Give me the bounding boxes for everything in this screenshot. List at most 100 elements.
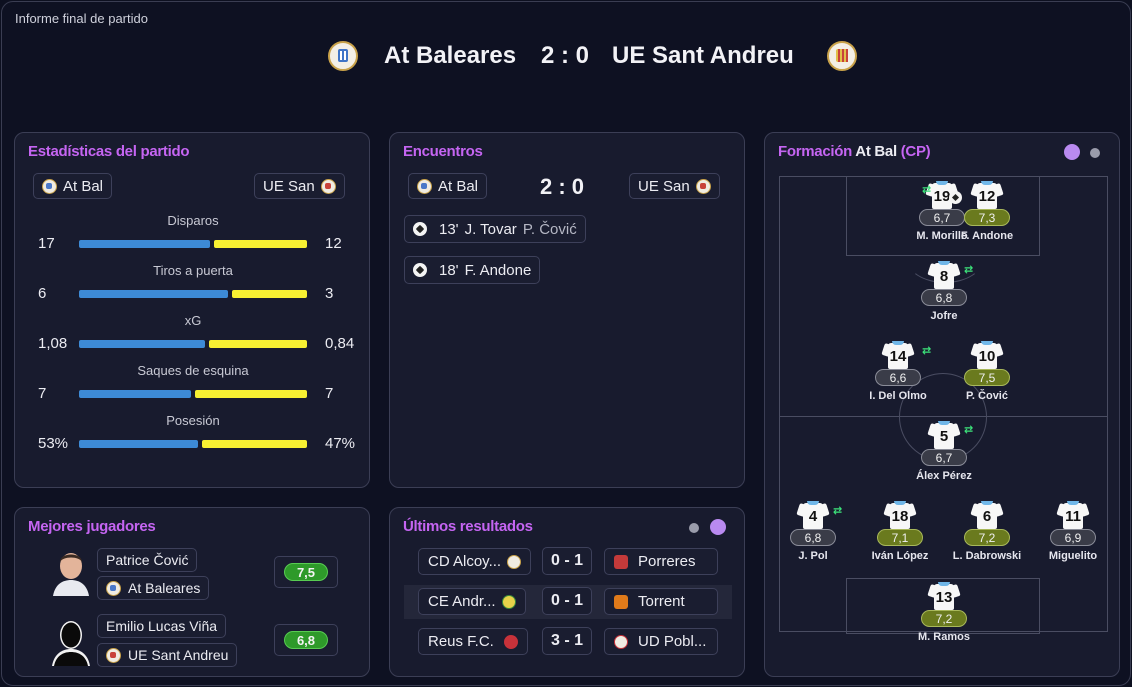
substitution-arrows-icon: ⇄ xyxy=(964,424,973,436)
team-crest-icon xyxy=(106,580,121,596)
stat-home-value: 17 xyxy=(38,235,55,252)
match-score: 2 : 0 xyxy=(541,42,590,69)
stat-away-value: 3 xyxy=(325,285,334,302)
result-home-chip: CD Alcoy... xyxy=(418,548,532,575)
stat-away-bar xyxy=(214,240,307,248)
stats-home-short: At Bal xyxy=(63,177,104,195)
jersey-icon: 12 xyxy=(970,181,1004,209)
stats-home-chip: At Bal xyxy=(33,173,113,199)
goal-minute: 13' xyxy=(439,220,459,238)
best-player-team-chip[interactable]: UE Sant Andreu xyxy=(97,643,238,667)
lineup-player[interactable]: 18 7,1 Iván López xyxy=(855,501,945,562)
result-home-chip: Reus F.C. xyxy=(418,628,528,655)
jersey-number: 6 xyxy=(982,508,992,525)
player-rating: 7,2 xyxy=(921,610,967,627)
team-crest-icon xyxy=(614,554,628,569)
stat-home-bar xyxy=(79,440,198,448)
result-away-team: Porreres xyxy=(638,553,696,570)
home-crest-icon xyxy=(42,178,57,194)
player-rating: 6,8 xyxy=(921,289,967,306)
formation-title-prefix: Formación xyxy=(778,143,852,160)
player-name: J. Pol xyxy=(798,550,828,562)
home-team-crest-icon xyxy=(328,41,358,71)
player-rating: 7,2 xyxy=(964,529,1010,546)
jersey-icon: 6 xyxy=(970,501,1004,529)
best-player-rating: 6,8 xyxy=(274,624,338,656)
jersey-icon: 11 xyxy=(1056,501,1090,529)
goal-event[interactable]: 13' J. Tovar P. Čović xyxy=(404,215,586,243)
player-rating: 6,8 xyxy=(790,529,836,546)
rating-value: 7,5 xyxy=(284,563,328,581)
team-crest-icon xyxy=(503,634,518,649)
page-dot[interactable] xyxy=(1090,148,1100,158)
stat-home-value: 1,08 xyxy=(38,335,68,352)
stat-label: Posesión xyxy=(166,413,220,428)
lineup-player[interactable]: 13 7,2 M. Ramos xyxy=(899,582,989,643)
player-rating: 6,7 xyxy=(921,449,967,466)
page-dot-active[interactable] xyxy=(710,519,726,535)
result-row[interactable]: CD Alcoy... 0 - 1 Porreres xyxy=(404,545,732,579)
substitution-arrows-icon: ⇄ xyxy=(922,345,931,357)
player-name: F. Andone xyxy=(960,230,1014,242)
jersey-icon: 4 xyxy=(796,501,830,529)
stat-home-bar xyxy=(79,340,205,348)
jersey-icon: 18 xyxy=(883,501,917,529)
encounters-home-chip: At Bal xyxy=(408,173,488,199)
stat-home-value: 53% xyxy=(38,435,69,452)
lineup-player[interactable]: 8 6,8 Jofre xyxy=(899,261,989,322)
goal-ball-icon xyxy=(413,263,427,277)
away-team-name: UE Sant Andreu xyxy=(612,42,794,69)
page-dot[interactable] xyxy=(689,523,699,533)
stat-away-value: 12 xyxy=(325,235,342,252)
best-players-panel: Mejores jugadores Patrice Čović At Balea… xyxy=(14,507,370,677)
best-player-team: At Baleares xyxy=(128,580,201,596)
jersey-number: 4 xyxy=(808,508,818,525)
goal-event[interactable]: 18' F. Andone xyxy=(404,256,541,284)
stat-label: xG xyxy=(184,313,202,328)
jersey-icon: 13 xyxy=(927,582,961,610)
result-row[interactable]: CE Andr... 0 - 1 Torrent xyxy=(404,585,732,619)
player-photo-avatar xyxy=(49,546,93,596)
result-row[interactable]: Reus F.C. 3 - 1 UD Pobl... xyxy=(404,625,732,659)
team-crest-icon xyxy=(106,647,121,663)
stat-away-value: 0,84 xyxy=(325,335,355,352)
stat-away-bar xyxy=(232,290,307,298)
lineup-player[interactable]: 5 6,7 Álex Pérez xyxy=(899,421,989,482)
stats-away-chip: UE San xyxy=(254,173,345,199)
football-pitch xyxy=(779,176,1108,634)
lineup-player[interactable]: 4 6,8 J. Pol xyxy=(768,501,858,562)
encounters-away-chip: UE San xyxy=(629,173,720,199)
result-away-chip: Torrent xyxy=(604,588,718,615)
stat-away-bar xyxy=(202,440,307,448)
substitution-arrows-icon: ⇄ xyxy=(833,505,842,517)
player-name: P. Čović xyxy=(966,390,1008,402)
best-player-name-chip[interactable]: Emilio Lucas Viña xyxy=(97,614,227,638)
stat-home-bar xyxy=(79,240,210,248)
encounters-title: Encuentros xyxy=(403,143,483,160)
away-team-crest-icon xyxy=(827,41,857,71)
encounters-score: 2 : 0 xyxy=(540,174,585,199)
result-score: 0 - 1 xyxy=(542,547,592,575)
lineup-player[interactable]: 6 7,2 L. Dabrowski xyxy=(942,501,1032,562)
best-player-name-chip[interactable]: Patrice Čović xyxy=(97,548,198,572)
lineup-player[interactable]: 11 6,9 Miguelito xyxy=(1028,501,1118,562)
recent-results-title: Últimos resultados xyxy=(403,518,533,535)
page-dot-active[interactable] xyxy=(1064,144,1080,160)
team-crest-icon xyxy=(614,634,628,649)
jersey-number: 11 xyxy=(1065,508,1081,525)
match-stats-panel: Estadísticas del partido At Bal UE San D… xyxy=(14,132,370,488)
player-name: L. Dabrowski xyxy=(952,550,1022,562)
result-home-team: CD Alcoy... xyxy=(428,553,502,570)
jersey-number: 10 xyxy=(978,348,996,365)
result-home-chip: CE Andr... xyxy=(418,588,526,615)
rating-value: 6,8 xyxy=(284,631,328,649)
stat-home-bar xyxy=(79,290,228,298)
jersey-number: 13 xyxy=(935,589,953,606)
player-rating: 6,9 xyxy=(1050,529,1096,546)
goal-minute: 18' xyxy=(439,261,459,279)
best-player-team-chip[interactable]: At Baleares xyxy=(97,576,210,600)
jersey-icon: 5 xyxy=(927,421,961,449)
goal-ball-icon xyxy=(413,222,427,236)
lineup-player[interactable]: 10 7,5 P. Čović xyxy=(942,341,1032,402)
away-crest-icon xyxy=(695,178,711,194)
